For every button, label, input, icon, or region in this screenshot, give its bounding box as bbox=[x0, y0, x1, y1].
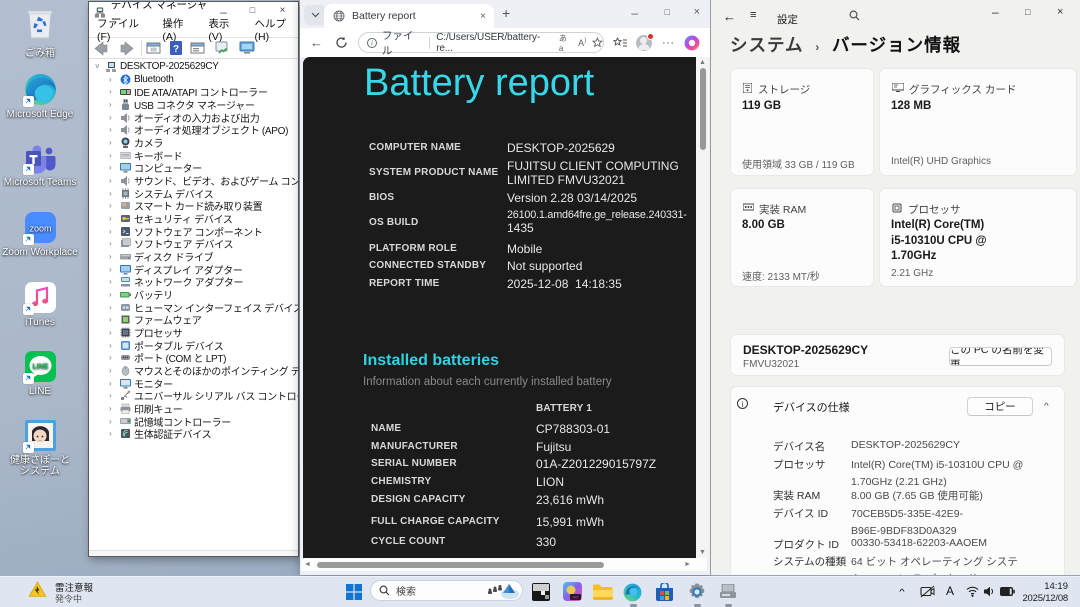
svg-text:?: ? bbox=[173, 44, 179, 55]
svg-text:Hi5: Hi5 bbox=[572, 595, 579, 600]
svg-text:zoom: zoom bbox=[29, 224, 51, 234]
svg-text:LINE: LINE bbox=[32, 364, 48, 371]
